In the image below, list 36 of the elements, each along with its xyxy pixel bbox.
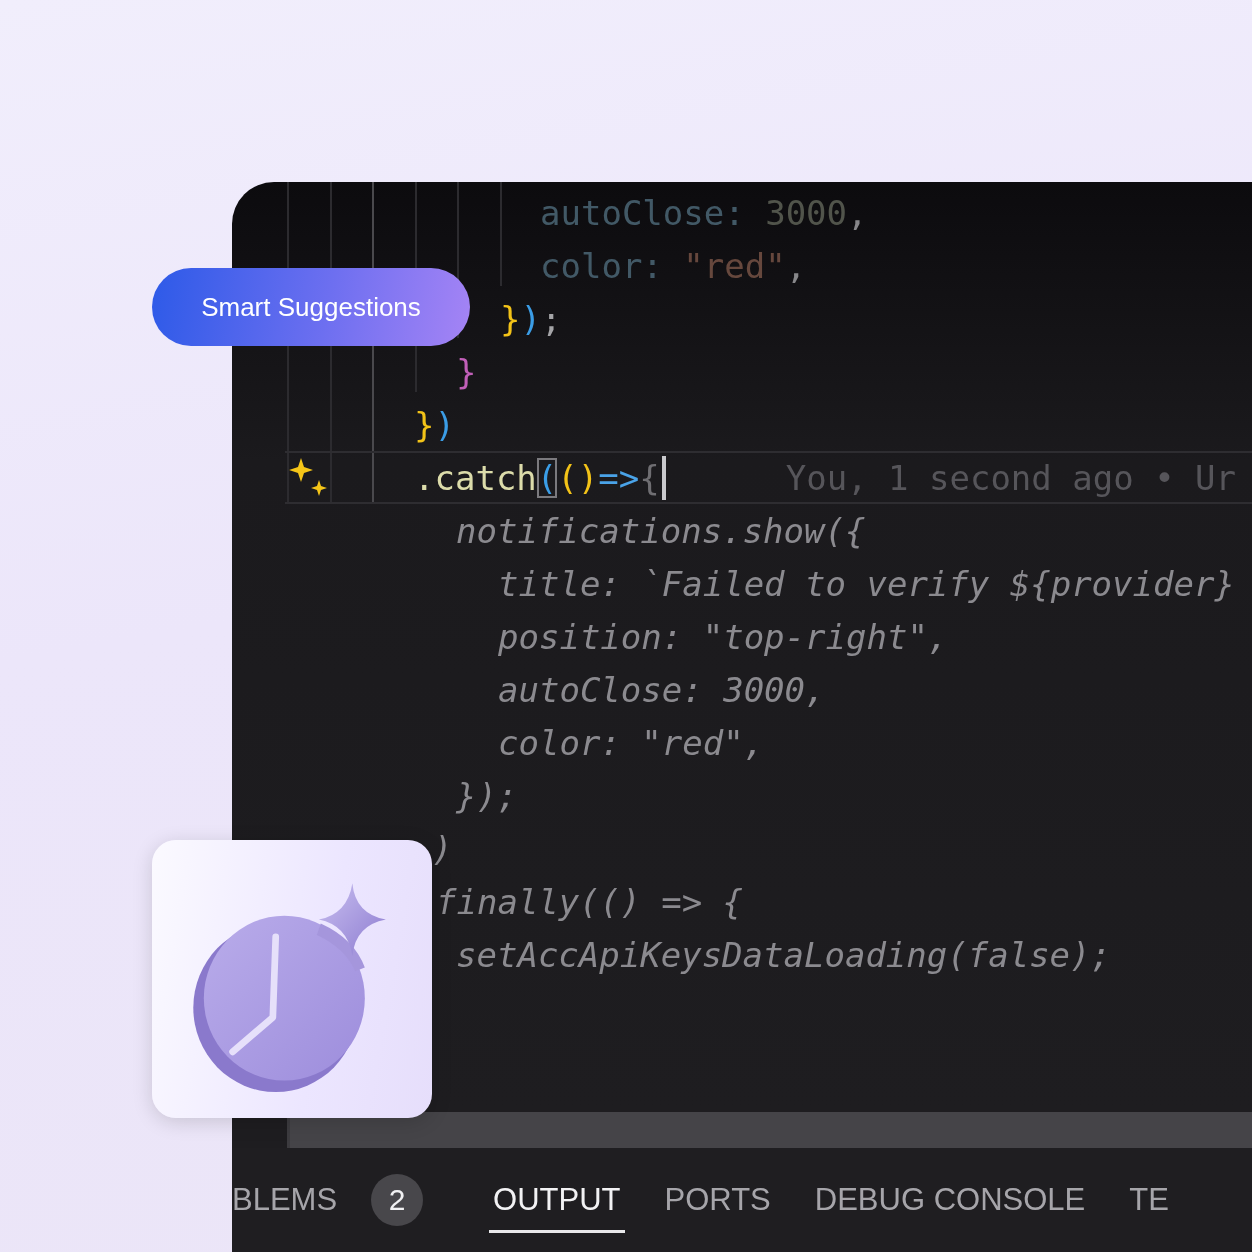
panel-tab[interactable]: PORTS bbox=[660, 1167, 775, 1233]
count-badge: 2 bbox=[371, 1174, 424, 1226]
suggestion-text: ) bbox=[432, 828, 453, 869]
code-token: => bbox=[598, 457, 640, 498]
panel-tab[interactable]: TE bbox=[1125, 1167, 1173, 1233]
code-token: ( bbox=[536, 457, 558, 498]
code-token: ; bbox=[540, 298, 562, 339]
code-token: "red" bbox=[682, 245, 786, 286]
code-token: } bbox=[456, 351, 477, 392]
suggestion-text: }); bbox=[456, 775, 518, 816]
suggestion-text: autoClose: 3000, bbox=[498, 669, 826, 710]
suggestion-text: title: `Failed to verify ${provider} bbox=[498, 563, 1235, 604]
feature-badge: Smart Suggestions bbox=[152, 268, 470, 346]
suggestion-text: color: "red", bbox=[498, 722, 765, 763]
code-token: () bbox=[557, 457, 599, 498]
code-token: , bbox=[785, 245, 807, 286]
code-token: } bbox=[500, 298, 521, 339]
code-token: ) bbox=[434, 404, 455, 445]
code-token: autoClose: bbox=[540, 192, 745, 233]
scrollbar-thumb[interactable] bbox=[290, 1112, 1252, 1148]
code-token: ) bbox=[520, 298, 541, 339]
panel-tab[interactable]: DEBUG CONSOLE bbox=[810, 1167, 1090, 1233]
code-token: { bbox=[639, 457, 660, 498]
code-token: .catch bbox=[414, 457, 537, 498]
code-token: } bbox=[414, 404, 435, 445]
panel-tab[interactable]: OUTPUT bbox=[489, 1167, 625, 1233]
suggestion-text: finally(() => { bbox=[436, 881, 744, 922]
text-cursor bbox=[661, 455, 666, 500]
code-token: 3000 bbox=[764, 192, 848, 233]
suggestion-text: setAccApiKeysDataLoading(false); bbox=[456, 934, 1112, 975]
blame-annotation: You, 1 second ago • Ur bbox=[785, 457, 1237, 498]
suggestion-text: position: "top-right", bbox=[498, 616, 949, 657]
suggestion-text: notifications.show({ bbox=[456, 510, 866, 551]
panel-tab[interactable]: BLEMS bbox=[232, 1167, 342, 1233]
code-token: , bbox=[847, 192, 868, 233]
code-token: color: bbox=[540, 245, 663, 286]
